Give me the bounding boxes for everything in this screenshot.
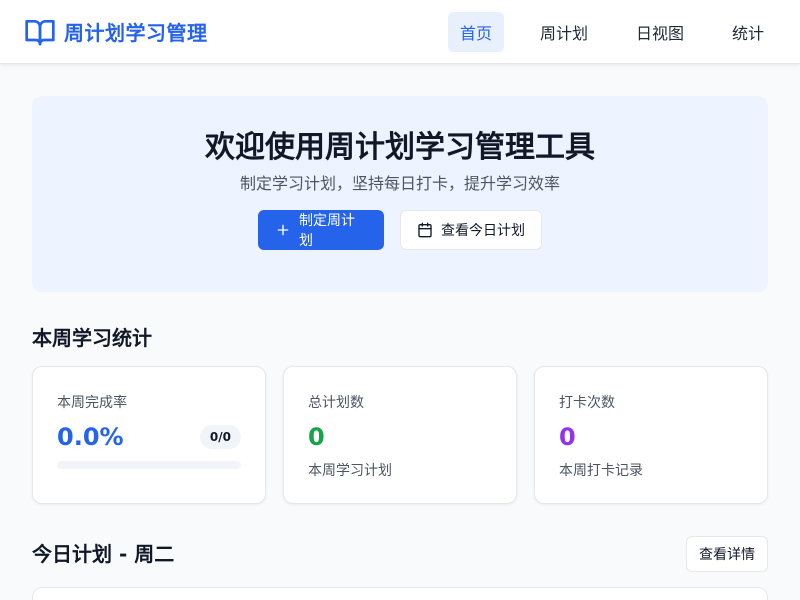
welcome-hero: 欢迎使用周计划学习管理工具 制定学习计划，坚持每日打卡，提升学习效率 制定周计划 <box>32 96 768 292</box>
nav-item-label: 统计 <box>731 23 764 43</box>
completion-rate-card: 本周完成率 0.0% 0/0 <box>32 366 266 504</box>
checkins-row: 0 <box>559 421 743 453</box>
view-details-label: 查看详情 <box>699 547 755 563</box>
main-nav: 首页 周计划 日视图 统计 <box>447 11 776 52</box>
checkins-card: 打卡次数 0 本周打卡记录 <box>534 366 768 504</box>
today-plan-header: 今日计划 - 周二 查看详情 <box>32 536 768 572</box>
view-today-plan-button[interactable]: 查看今日计划 <box>400 210 542 250</box>
nav-item-day-view[interactable]: 日视图 <box>624 12 696 52</box>
brand[interactable]: 周计划学习管理 <box>24 16 208 48</box>
create-weekly-plan-button[interactable]: 制定周计划 <box>258 210 384 250</box>
completion-rate-row: 0.0% 0/0 <box>57 421 241 453</box>
checkins-desc: 本周打卡记录 <box>559 463 643 479</box>
checkins-label: 打卡次数 <box>559 395 615 411</box>
nav-item-statistics[interactable]: 统计 <box>720 12 776 52</box>
today-plan-card <box>32 587 768 600</box>
weekly-stats-title: 本周学习统计 <box>32 326 152 350</box>
today-plan-title: 今日计划 - 周二 <box>32 542 175 566</box>
nav-item-label: 周计划 <box>539 23 588 43</box>
total-plans-desc: 本周学习计划 <box>308 463 392 479</box>
calendar-icon <box>417 222 433 238</box>
checkins-value: 0 <box>559 423 576 451</box>
hero-title: 欢迎使用周计划学习管理工具 <box>205 130 595 165</box>
completion-count-badge: 0/0 <box>199 425 241 449</box>
total-plans-label: 总计划数 <box>308 395 364 411</box>
create-weekly-plan-label: 制定周计划 <box>299 213 355 249</box>
completion-progress-bar <box>57 461 241 469</box>
nav-item-weekly-plan[interactable]: 周计划 <box>528 12 600 52</box>
total-plans-card: 总计划数 0 本周学习计划 <box>283 366 517 504</box>
completion-rate-value: 0.0% <box>57 423 124 451</box>
nav-item-label: 首页 <box>459 23 492 43</box>
book-open-icon <box>24 16 56 48</box>
nav-item-label: 日视图 <box>635 23 684 43</box>
stats-grid: 本周完成率 0.0% 0/0 总计划数 0 本周学习计划 打卡次数 0 本周打卡… <box>32 366 768 504</box>
plus-icon <box>275 222 291 238</box>
hero-subtitle: 制定学习计划，坚持每日打卡，提升学习效率 <box>239 174 560 193</box>
app-title: 周计划学习管理 <box>64 21 208 45</box>
top-navbar: 周计划学习管理 首页 周计划 日视图 统计 <box>0 0 800 64</box>
total-plans-row: 0 <box>308 421 492 453</box>
nav-item-home[interactable]: 首页 <box>447 11 504 52</box>
completion-rate-label: 本周完成率 <box>57 395 127 411</box>
view-today-plan-label: 查看今日计划 <box>441 223 525 239</box>
total-plans-value: 0 <box>308 423 325 451</box>
hero-actions: 制定周计划 查看今日计划 <box>258 210 542 250</box>
view-details-button[interactable]: 查看详情 <box>686 536 768 572</box>
main-content: 欢迎使用周计划学习管理工具 制定学习计划，坚持每日打卡，提升学习效率 制定周计划 <box>0 64 800 600</box>
